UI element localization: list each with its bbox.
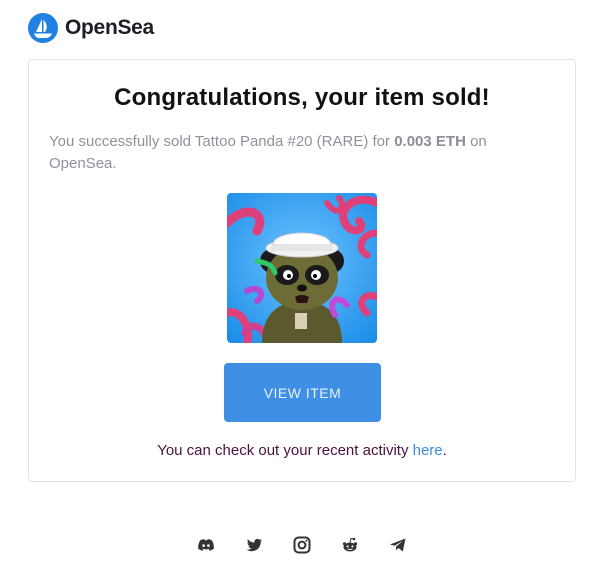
view-item-button[interactable]: VIEW ITEM xyxy=(224,363,381,422)
telegram-icon[interactable] xyxy=(388,535,408,555)
twitter-icon[interactable] xyxy=(244,535,264,555)
sale-notification-card: Congratulations, your item sold! You suc… xyxy=(28,59,576,482)
discord-icon[interactable] xyxy=(196,535,216,555)
sale-price: 0.003 ETH xyxy=(394,133,466,150)
headline: Congratulations, your item sold! xyxy=(114,84,490,111)
brand-name: OpenSea xyxy=(65,16,154,39)
reddit-icon[interactable] xyxy=(340,535,360,555)
instagram-icon[interactable] xyxy=(292,535,312,555)
activity-here-link[interactable]: here xyxy=(413,442,443,459)
sale-description: You successfully sold Tattoo Panda #20 (… xyxy=(49,131,545,175)
description-prefix: You successfully sold Tattoo Panda #20 (… xyxy=(49,133,395,150)
opensea-header: OpenSea xyxy=(28,12,154,44)
activity-period: . xyxy=(442,442,447,459)
opensea-logo-icon[interactable] xyxy=(28,13,58,43)
tattoo-panda-nft-image[interactable] xyxy=(227,193,377,343)
recent-activity-text: You can check out your recent activity h… xyxy=(29,442,575,459)
activity-text: You can check out your recent activity xyxy=(157,442,413,459)
social-links xyxy=(196,535,408,555)
